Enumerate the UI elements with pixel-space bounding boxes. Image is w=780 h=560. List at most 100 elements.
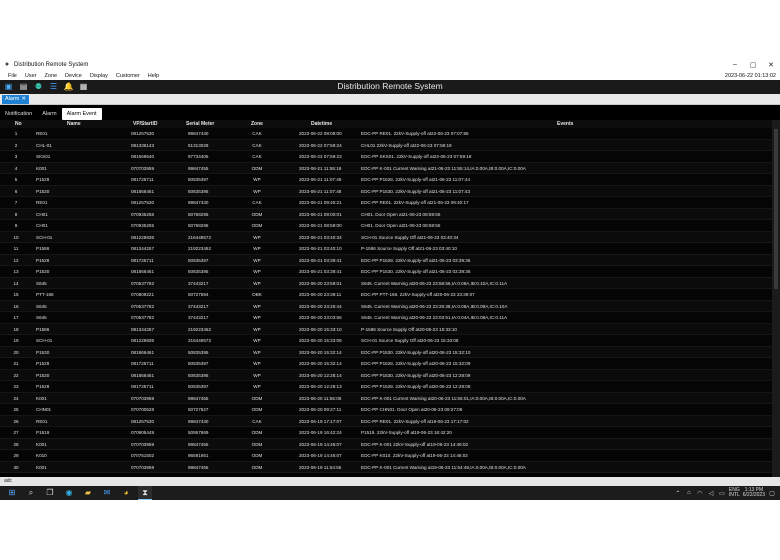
table-row[interactable]: 9 CH01 070935255 50768295 ODM 2023-06-21 08:5… — [0, 220, 772, 232]
distribution-app-taskbar-icon[interactable]: ⧗ — [138, 486, 152, 500]
menu-user[interactable]: User — [21, 73, 41, 79]
cell-name: K001 — [36, 395, 47, 401]
chrome-icon[interactable]: ◕ — [119, 486, 133, 500]
table-row[interactable]: 10 SCH-01 081229835 216449572 WP 2023-06-21 0… — [0, 231, 772, 243]
minimize-icon[interactable]: – — [726, 61, 744, 68]
search-icon[interactable]: ⌕ — [24, 486, 38, 500]
cell-datetime: 2023-06-21 03:39:41 — [299, 257, 342, 263]
vertical-scrollbar[interactable] — [772, 120, 780, 477]
battery-icon[interactable]: ▭ — [718, 490, 726, 497]
table-row[interactable]: 19 SCH-01 081229835 216449572 WP 2023-06-20 1… — [0, 335, 772, 347]
chevron-up-icon[interactable]: ⌃ — [674, 490, 682, 497]
table-row[interactable]: 12 P1528 081725711 50835397 WP 2023-06-21 03:… — [0, 254, 772, 266]
subtab-alarm-event[interactable]: Alarm Event — [61, 108, 102, 120]
table-row[interactable]: 1 RE01 081257530 99847430 CAK 2023-06-22 08:0… — [0, 128, 772, 140]
table-row[interactable]: 13 P1530 081866461 50835395 WP 2023-06-21 03:… — [0, 266, 772, 278]
table-row[interactable]: 27 P1519 070905449 50957869 ODM 2023-06-19 16… — [0, 427, 772, 439]
taskbar-clock[interactable]: 1:13 PM 6/22/2023 — [742, 487, 765, 499]
table-row[interactable]: 2 CHL-01 081336143 51313028 CAK 2023-06-22 07… — [0, 139, 772, 151]
header-name[interactable]: Name — [67, 121, 81, 127]
network-tray-icon[interactable]: ⌂ — [685, 490, 693, 496]
table-row[interactable]: 20 P1530 081866461 50835395 WP 2023-06-20 15:… — [0, 346, 772, 358]
volume-icon[interactable]: ◁ — [707, 490, 715, 497]
header-events[interactable]: Events — [557, 121, 573, 127]
cell-no: 22 — [13, 372, 19, 378]
cell-serial-meter: 50835395 — [188, 188, 209, 194]
cell-name: PTT-166 — [36, 292, 54, 297]
table-row[interactable]: 18 P1586 081344257 219223462 WP 2023-06-20 15… — [0, 323, 772, 335]
subtab-notification[interactable]: Notification — [0, 108, 37, 120]
table-row[interactable]: 4 K001 070703959 99847455 ODM 2023-06-21 11:5… — [0, 162, 772, 174]
cell-serial-meter: 216449572 — [188, 338, 211, 343]
table-row[interactable]: 8 CH01 070935255 50768295 ODM 2023-06-21 09:0… — [0, 208, 772, 220]
cell-datetime: 2023-06-19 17:17:07 — [299, 418, 342, 424]
cell-datetime: 2023-06-20 15:33:08 — [299, 338, 342, 343]
cell-serial-meter: 99847455 — [188, 395, 209, 401]
keyboard-layout: INTL — [728, 492, 740, 498]
table-row[interactable]: 17 S645 070537782 37443217 WP 2023-06-20 23:0… — [0, 312, 772, 324]
menu-device[interactable]: Device — [61, 73, 86, 79]
menu-file[interactable]: File — [0, 73, 21, 79]
table-row[interactable]: 15 PTT-166 070809221 50727594 OBK 2023-06-20 … — [0, 289, 772, 301]
table-row[interactable]: 11 P1586 081344257 219223462 WP 2023-06-21 03… — [0, 243, 772, 255]
table-row[interactable]: 3 SKS01 081569640 97734405 CAK 2023-06-22 07:… — [0, 151, 772, 163]
cell-name: P1528 — [36, 177, 50, 182]
cell-no: 3 — [14, 154, 18, 159]
menu-customer[interactable]: Customer — [112, 73, 144, 79]
table-row[interactable]: 14 S645 070537782 37443217 WP 2023-06-20 23:5… — [0, 277, 772, 289]
cell-zone: CAK — [252, 142, 262, 148]
subtab-bar: Notification Alarm Alarm Event — [0, 108, 102, 120]
table-row[interactable]: 24 K001 070703959 99847455 ODM 2023-06-20 11:… — [0, 392, 772, 404]
cell-event: EDC-PP SKS01. 22kV-Supply-off at22-06-23… — [361, 154, 472, 159]
file-explorer-icon[interactable]: ▰ — [81, 486, 95, 500]
maximize-icon[interactable]: ▢ — [744, 61, 762, 69]
header-no[interactable]: No — [15, 121, 22, 127]
cell-vp-startid: 081344257 — [131, 326, 154, 332]
language-indicator[interactable]: ENG INTL — [728, 487, 740, 499]
table-row[interactable]: 5 P1528 081725711 50835397 WP 2023-06-21 11:0… — [0, 174, 772, 186]
cell-vp-startid: 081866461 — [131, 349, 154, 355]
wifi-icon[interactable]: ◠ — [696, 490, 704, 497]
table-row[interactable]: 6 P1530 081866461 50835395 WP 2023-06-21 11:0… — [0, 185, 772, 197]
menu-display[interactable]: Display — [86, 73, 112, 79]
taskbar-date: 6/22/2023 — [742, 492, 765, 498]
menu-zone[interactable]: Zone — [41, 73, 62, 79]
edge-browser-icon[interactable]: ◉ — [62, 486, 76, 500]
cell-event: EDC-PP P1528. 22kV-Supply-off at20-06-23… — [361, 384, 471, 389]
cell-no: 28 — [13, 441, 19, 447]
table-row[interactable]: 30 K001 070703959 99847455 ODM 2023-06-19 11:… — [0, 461, 772, 473]
close-icon[interactable]: ✕ — [21, 95, 26, 104]
table-row[interactable]: 25 CHN01 070700528 50727627 ODM 2023-06-20 09… — [0, 404, 772, 416]
scrollbar-thumb[interactable] — [774, 129, 778, 289]
close-icon[interactable]: ✕ — [762, 61, 780, 69]
table-row[interactable]: 26 RE01 081257530 99847430 CAK 2023-06-19 17:… — [0, 415, 772, 427]
cell-vp-startid: 070700528 — [131, 407, 154, 412]
table-row[interactable]: 21 P1528 081725711 50835397 WP 2023-06-20 15:… — [0, 358, 772, 370]
menu-help[interactable]: Help — [144, 73, 163, 79]
header-vp-startid[interactable]: VP/StartID — [133, 121, 157, 127]
document-tabstrip: Alarm ✕ — [0, 94, 780, 105]
menu-bar: File User Zone Device Display Customer H… — [0, 71, 780, 80]
header-datetime[interactable]: Datetime — [311, 121, 332, 127]
table-row[interactable]: 22 P1530 081866461 50835395 WP 2023-06-20 12:… — [0, 369, 772, 381]
header-serial-meter[interactable]: Serial Meter — [186, 121, 214, 127]
cell-no: 16 — [13, 303, 19, 309]
cell-vp-startid: 070703959 — [131, 441, 154, 447]
table-row[interactable]: 28 K001 070703959 99847455 ODM 2023-06-19 14:… — [0, 438, 772, 450]
notification-icon[interactable]: ▢ — [768, 490, 776, 497]
subtab-alarm[interactable]: Alarm — [37, 108, 61, 120]
table-row[interactable]: 16 S645 070537782 37443217 WP 2023-06-20 23:2… — [0, 300, 772, 312]
header-zone[interactable]: Zone — [251, 121, 263, 127]
cell-vp-startid: 081229835 — [131, 338, 154, 343]
cell-event: EDC-PP RE01. 22kV-Supply-off at19-06-23 … — [361, 418, 469, 424]
tab-alarm[interactable]: Alarm ✕ — [2, 95, 29, 104]
cell-event: CH01. Door Open at21-06-23 08:59:56 — [361, 211, 441, 217]
windows-start-icon[interactable]: ⊞ — [5, 486, 19, 500]
task-view-icon[interactable]: ❐ — [43, 486, 57, 500]
table-row[interactable]: 7 RE01 081257530 99847430 CAK 2023-06-21 09:4… — [0, 197, 772, 209]
mail-icon[interactable]: ✉ — [100, 486, 114, 500]
cell-serial-meter: 50835397 — [188, 257, 209, 263]
table-row[interactable]: 29 K010 070751502 96591661 ODM 2023-06-19 14:… — [0, 450, 772, 462]
table-row[interactable]: 23 P1528 081725711 50835397 WP 2023-06-20 12:… — [0, 381, 772, 393]
cell-event: EDC-PP PTT-166. 22kV-Supply-off at20-06-… — [361, 292, 475, 297]
